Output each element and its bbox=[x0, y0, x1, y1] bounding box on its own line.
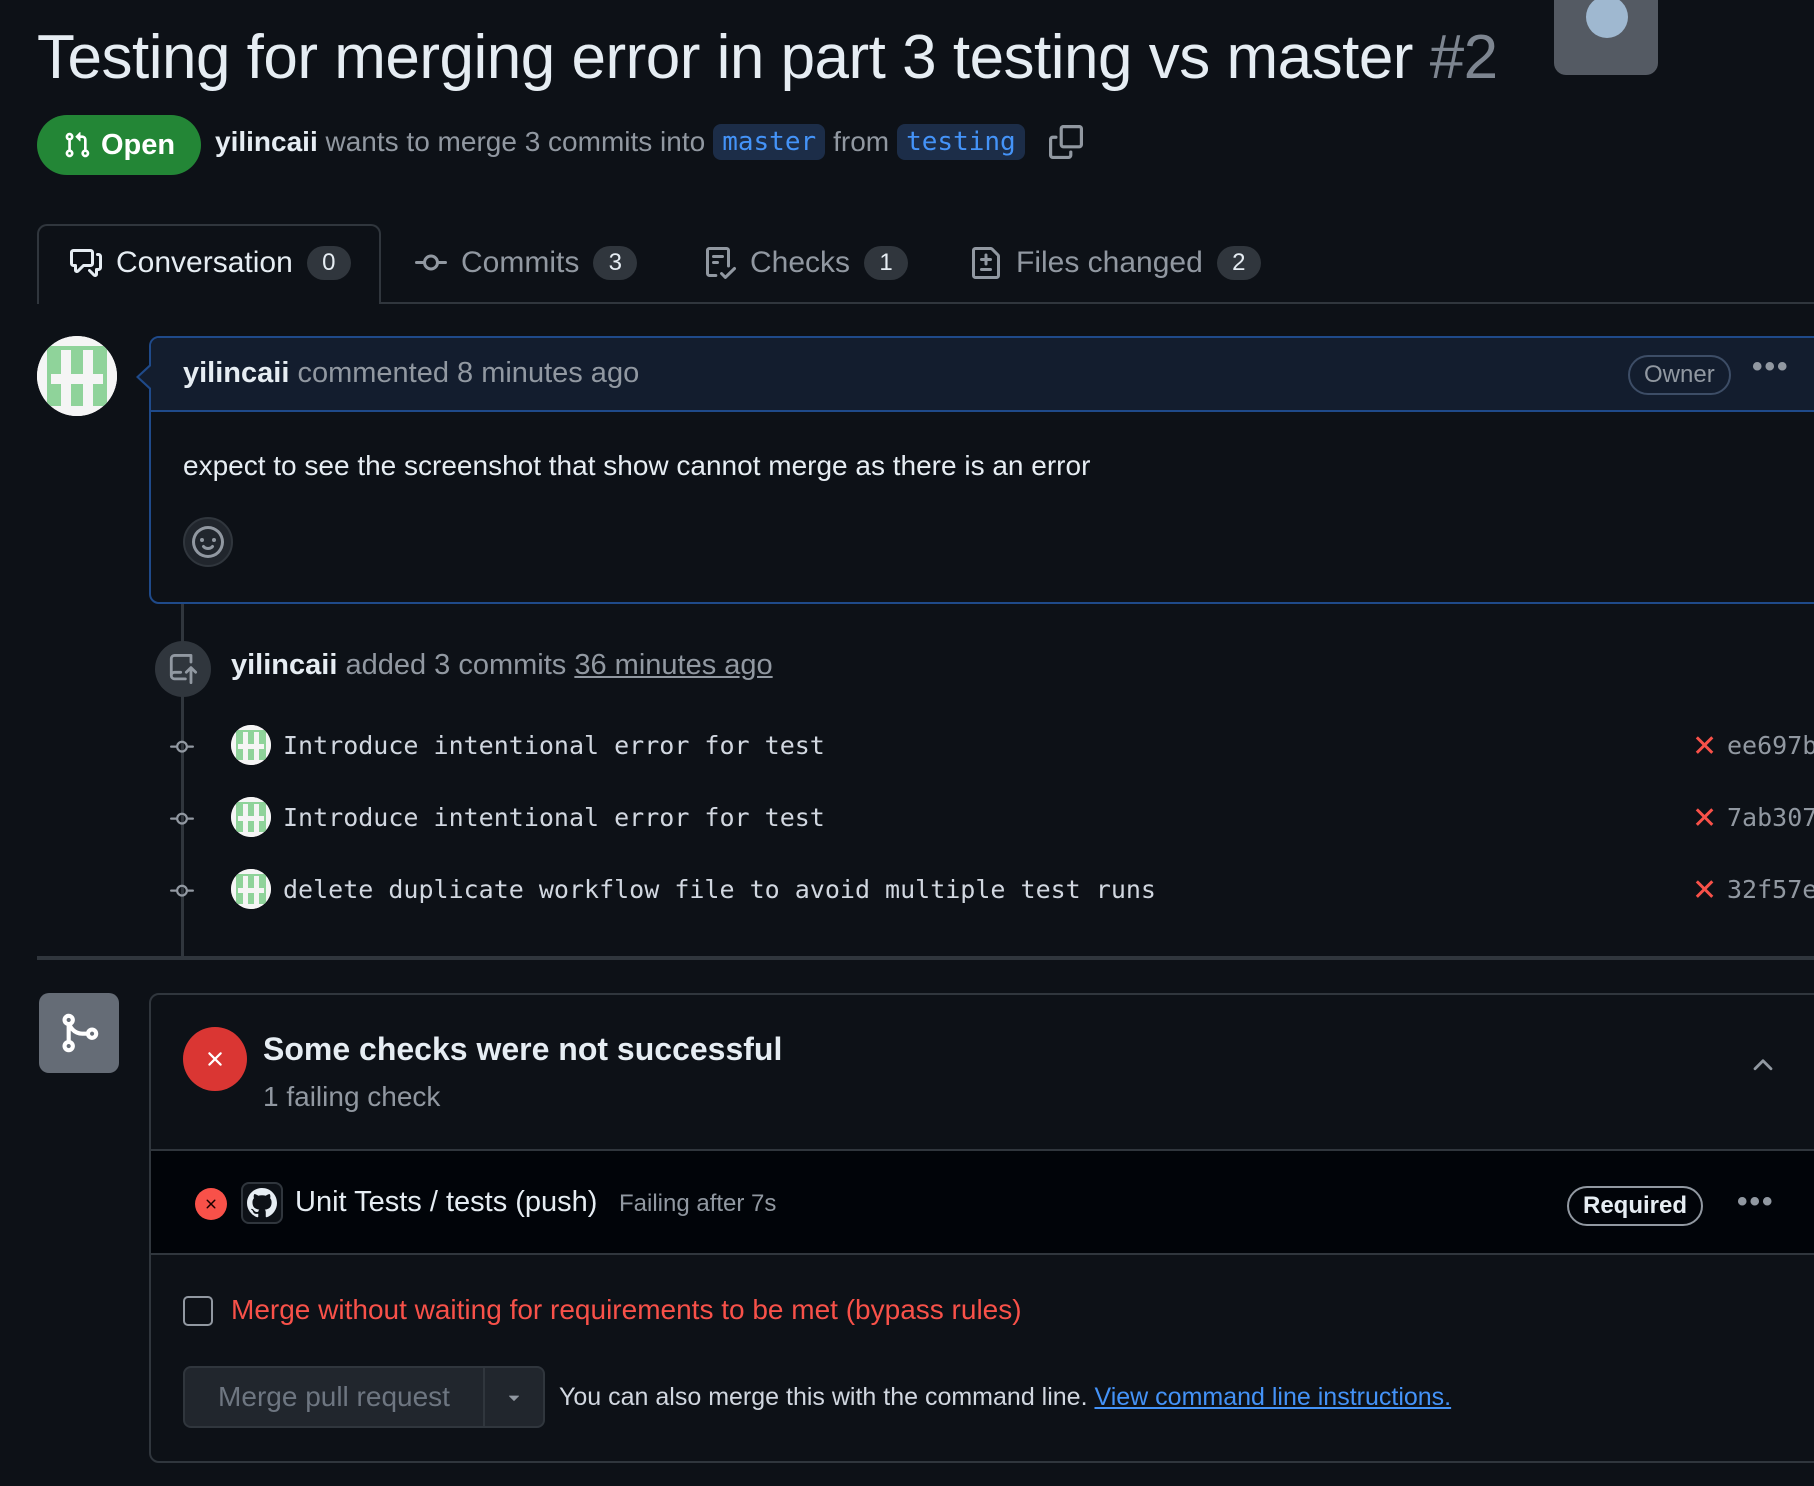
event-text: added 3 commits bbox=[345, 649, 567, 681]
checks-subtitle: 1 failing check bbox=[263, 1081, 441, 1112]
merge-description: yilincaii wants to merge 3 commits into … bbox=[215, 124, 1083, 160]
page-title: Testing for merging error in part 3 test… bbox=[37, 22, 1498, 93]
tab-commits[interactable]: Commits 3 bbox=[415, 246, 638, 280]
commit-row: Introduce intentional error for test ✕ e… bbox=[165, 725, 1814, 769]
commit-author-avatar[interactable] bbox=[231, 725, 271, 765]
commit-sha-link[interactable]: 32f57e bbox=[1727, 875, 1814, 904]
comment-body: expect to see the screenshot that show c… bbox=[183, 450, 1091, 481]
x-icon[interactable]: ✕ bbox=[1692, 873, 1717, 908]
comment-meta: yilincaii commented 8 minutes ago bbox=[183, 357, 639, 390]
merge-method-dropdown[interactable] bbox=[485, 1368, 543, 1426]
event-time-link[interactable]: 36 minutes ago bbox=[574, 649, 772, 681]
commit-row: Introduce intentional error for test ✕ 7… bbox=[165, 797, 1814, 841]
tab-label: Checks bbox=[750, 246, 851, 279]
identicon-avatar bbox=[37, 336, 117, 416]
commit-message-link[interactable]: Introduce intentional error for test bbox=[283, 803, 825, 832]
commit-author-avatar[interactable] bbox=[231, 869, 271, 909]
checks-title: Some checks were not successful bbox=[263, 1031, 783, 1067]
commit-author-avatar[interactable] bbox=[231, 797, 271, 837]
copy-icon[interactable] bbox=[1048, 125, 1083, 159]
commit-sha-link[interactable]: ee697b bbox=[1727, 731, 1814, 760]
bypass-label[interactable]: Merge without waiting for requirements t… bbox=[231, 1294, 1022, 1326]
tab-label: Commits bbox=[461, 246, 580, 279]
collapse-checks-button[interactable] bbox=[1748, 1050, 1778, 1085]
pr-title: Testing for merging error in part 3 test… bbox=[37, 23, 1413, 92]
timeline-divider bbox=[37, 956, 1814, 960]
x-circle-icon bbox=[183, 1027, 247, 1091]
x-circle-icon bbox=[195, 1188, 227, 1220]
repo-push-icon bbox=[155, 641, 211, 697]
git-commit-icon bbox=[170, 884, 194, 897]
tab-counter: 0 bbox=[306, 246, 351, 280]
author-link[interactable]: yilincaii bbox=[215, 126, 318, 158]
checklist-icon bbox=[706, 247, 736, 279]
check-name-link[interactable]: Unit Tests / tests (push) bbox=[295, 1186, 597, 1219]
kebab-horizontal-icon: ••• bbox=[1737, 1185, 1775, 1218]
add-reaction-button[interactable] bbox=[183, 517, 233, 567]
tab-label: Conversation bbox=[116, 246, 293, 279]
commit-row: delete duplicate workflow file to avoid … bbox=[165, 869, 1814, 913]
from-text: from bbox=[833, 126, 890, 157]
merge-text: wants to merge 3 commits into bbox=[325, 126, 706, 157]
comment-author[interactable]: yilincaii bbox=[183, 357, 289, 389]
floating-widget[interactable] bbox=[1554, 0, 1658, 75]
comment-options-button[interactable]: ••• bbox=[1752, 350, 1790, 384]
commit-message-link[interactable]: Introduce intentional error for test bbox=[283, 731, 825, 760]
smiley-icon bbox=[192, 526, 224, 558]
tab-counter: 2 bbox=[1216, 246, 1261, 280]
cli-instructions-link[interactable]: View command line instructions. bbox=[1094, 1383, 1451, 1411]
comment-pointer-fill bbox=[139, 366, 151, 388]
merge-cli-text: You can also merge this with the command… bbox=[559, 1383, 1451, 1412]
avatar[interactable] bbox=[37, 336, 117, 416]
git-commit-icon bbox=[170, 812, 194, 825]
tab-files-changed[interactable]: Files changed 2 bbox=[970, 246, 1261, 280]
head-branch[interactable]: testing bbox=[897, 124, 1025, 160]
commit-sha-link[interactable]: 7ab307 bbox=[1727, 803, 1814, 832]
event-author[interactable]: yilincaii bbox=[231, 649, 337, 681]
commits-event: yilincaii added 3 commits 36 minutes ago bbox=[231, 649, 773, 682]
tab-label: Files changed bbox=[1016, 246, 1203, 279]
tab-conversation[interactable]: Conversation 0 bbox=[70, 246, 351, 280]
tab-counter: 1 bbox=[864, 246, 909, 280]
file-diff-icon bbox=[972, 247, 1000, 279]
merge-pull-request-button[interactable]: Merge pull request bbox=[185, 1368, 485, 1426]
status-badge: Open bbox=[37, 115, 202, 175]
merge-button-group: Merge pull request bbox=[183, 1366, 545, 1428]
pr-number: #2 bbox=[1429, 23, 1498, 92]
kebab-horizontal-icon: ••• bbox=[1752, 350, 1790, 383]
git-commit-icon bbox=[415, 254, 447, 271]
check-status: Failing after 7s bbox=[619, 1190, 777, 1217]
owner-badge: Owner bbox=[1628, 355, 1731, 395]
comment-time: commented 8 minutes ago bbox=[297, 357, 640, 389]
bypass-checkbox[interactable] bbox=[183, 1296, 213, 1326]
x-icon[interactable]: ✕ bbox=[1692, 801, 1717, 836]
base-branch[interactable]: master bbox=[713, 124, 826, 160]
chevron-up-icon bbox=[1753, 1059, 1773, 1071]
git-pull-request-icon bbox=[65, 132, 90, 158]
tab-checks[interactable]: Checks 1 bbox=[704, 246, 909, 280]
github-logo-icon bbox=[241, 1182, 283, 1224]
triangle-down-icon bbox=[508, 1395, 520, 1401]
git-commit-icon bbox=[170, 740, 194, 753]
check-options-button[interactable]: ••• bbox=[1737, 1185, 1775, 1219]
x-icon[interactable]: ✕ bbox=[1692, 729, 1717, 764]
required-badge: Required bbox=[1567, 1186, 1704, 1226]
tab-counter: 3 bbox=[593, 246, 638, 280]
comment-discussion-icon bbox=[70, 249, 102, 277]
cli-hint: You can also merge this with the command… bbox=[559, 1383, 1088, 1411]
commit-message-link[interactable]: delete duplicate workflow file to avoid … bbox=[283, 875, 1156, 904]
git-merge-icon bbox=[39, 993, 119, 1073]
status-label: Open bbox=[101, 128, 176, 161]
